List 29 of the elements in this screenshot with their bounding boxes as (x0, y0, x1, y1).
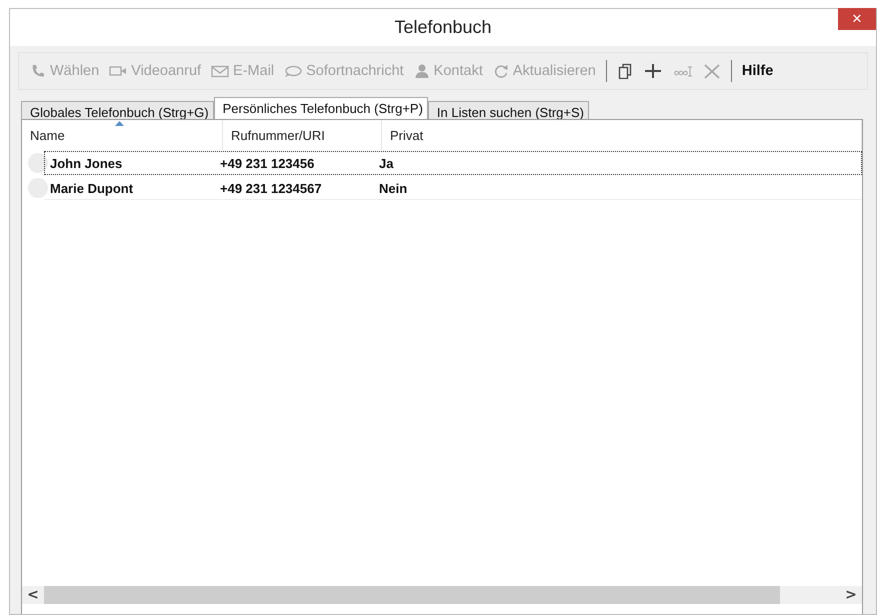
table-cell-text: Nein (378, 180, 408, 196)
table-cell-text: Ja (378, 156, 394, 170)
mail-icon (211, 63, 230, 79)
tab[interactable]: Globales Telefonbuch (Strg+G) (21, 101, 214, 119)
table-cell-text: Marie Dupont (49, 180, 134, 196)
table-row[interactable]: Marie Dupont +49 231 1234567 Nein (44, 176, 862, 200)
plus-icon (642, 63, 663, 79)
column-header[interactable]: Name (22, 120, 223, 150)
column-header[interactable]: Rufnummer/URI (223, 120, 382, 150)
tab[interactable]: Persönliches Telefonbuch (Strg+P) (214, 97, 428, 119)
delete-icon (702, 63, 721, 79)
table-cell-text: +49 231 1234567 (219, 180, 323, 196)
table-cell-text: +49 231 123456 (219, 156, 316, 170)
table-row[interactable]: John Jones +49 231 123456 Ja (44, 151, 862, 175)
scroll-left-button[interactable]: < (22, 587, 44, 603)
horizontal-scrollbar[interactable]: < > (22, 586, 862, 604)
person-icon (414, 63, 430, 79)
speech-bubble-icon (284, 63, 302, 79)
window-title: Telefonbuch (394, 17, 492, 38)
close-button[interactable]: × (838, 8, 876, 30)
refresh-icon (492, 63, 509, 79)
avatar (28, 153, 48, 173)
column-header[interactable]: Privat (382, 120, 862, 150)
phone-icon (30, 63, 46, 79)
copy-icon (616, 63, 633, 79)
tab[interactable]: In Listen suchen (Strg+S) (428, 101, 589, 119)
table-cell-text: John Jones (49, 156, 124, 170)
scroll-right-button[interactable]: > (840, 587, 862, 603)
help-button[interactable]: Hilfe (738, 61, 776, 81)
